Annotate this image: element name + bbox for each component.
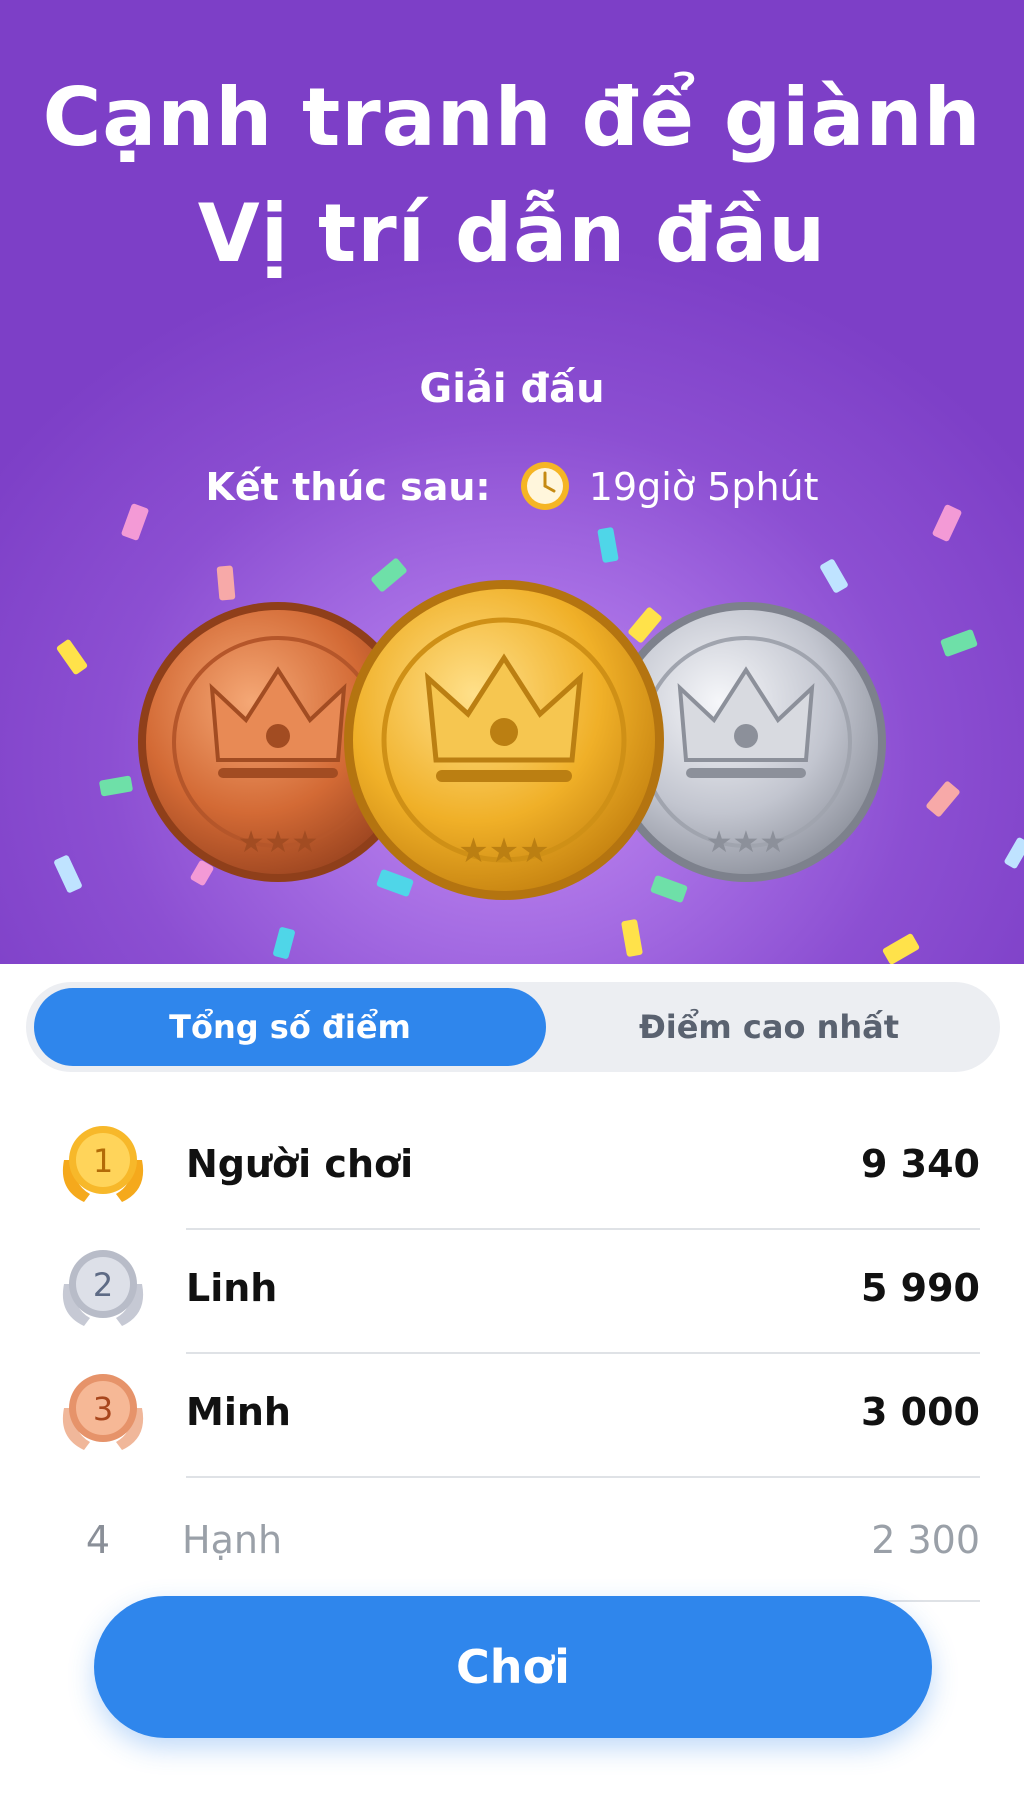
svg-text:★★★: ★★★	[706, 825, 787, 860]
rank-1-badge-icon: 1	[62, 1126, 144, 1202]
table-row[interactable]: 2 Linh 5 990	[0, 1230, 1024, 1354]
timer-value: 19giờ 5phút	[588, 465, 819, 509]
timer-label: Kết thúc sau:	[205, 465, 491, 509]
svg-text:★★★: ★★★	[458, 831, 549, 871]
rank-number: 1	[93, 1142, 113, 1180]
tournament-hero: Cạnh tranh để giành Vị trí dẫn đầu Giải …	[0, 0, 1024, 964]
table-row[interactable]: 1 Người chơi 9 340	[0, 1106, 1024, 1230]
player-score: 3 000	[861, 1390, 980, 1434]
tab-best-score[interactable]: Điểm cao nhất	[546, 988, 992, 1066]
headline: Cạnh tranh để giành Vị trí dẫn đầu	[0, 60, 1024, 292]
table-row[interactable]: 4 Hạnh 2 300	[0, 1478, 1024, 1602]
table-row[interactable]: 3 Minh 3 000	[0, 1354, 1024, 1478]
player-score: 9 340	[861, 1142, 980, 1186]
rank-2-badge-icon: 2	[62, 1250, 144, 1326]
svg-text:★★★: ★★★	[238, 825, 319, 860]
headline-line-2: Vị trí dẫn đầu	[197, 187, 827, 280]
player-score: 2 300	[871, 1518, 980, 1562]
tournament-timer: Kết thúc sau: 19giờ 5phút	[0, 460, 1024, 512]
player-name: Người chơi	[186, 1142, 414, 1186]
rank-number: 4	[85, 1518, 111, 1562]
player-name: Hạnh	[182, 1518, 283, 1562]
rank-number: 2	[93, 1266, 113, 1304]
clock-icon	[520, 462, 569, 510]
player-name: Linh	[186, 1266, 278, 1310]
headline-line-1: Cạnh tranh để giành	[42, 71, 982, 164]
score-type-tabs: Tổng số điểm Điểm cao nhất	[26, 982, 1000, 1072]
play-button[interactable]: Chơi	[94, 1596, 932, 1738]
tab-total-score[interactable]: Tổng số điểm	[34, 988, 546, 1066]
rank-number: 3	[93, 1390, 113, 1428]
tournament-title: Giải đấu	[419, 366, 605, 412]
gold-medal-icon: ★★★	[344, 580, 664, 900]
player-score: 5 990	[861, 1266, 980, 1310]
rank-3-badge-icon: 3	[62, 1374, 144, 1450]
player-name: Minh	[186, 1390, 291, 1434]
medals-illustration: ★★★ ★★★ ★★★	[138, 580, 886, 900]
